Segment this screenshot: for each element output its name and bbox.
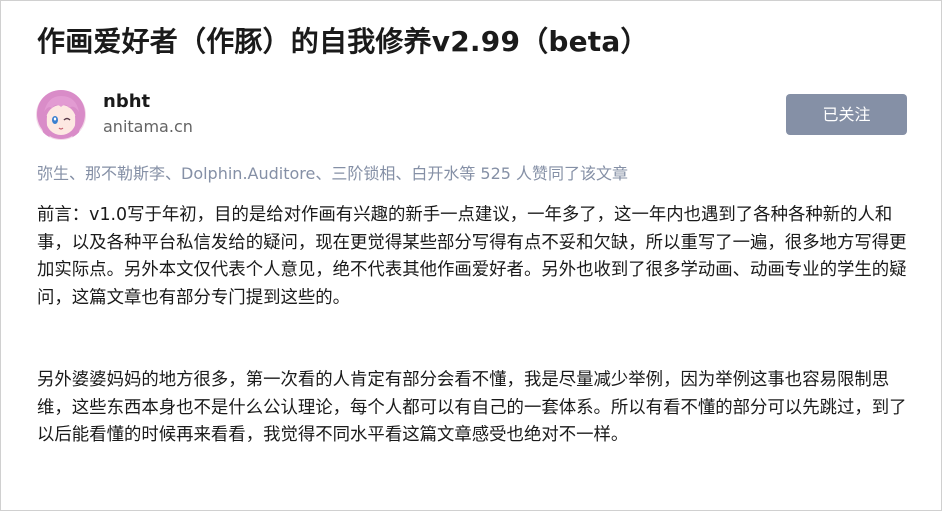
article-paragraph: 前言：v1.0写于年初，目的是给对作画有兴趣的新手一点建议，一年多了，这一年内也…	[37, 205, 907, 308]
likes-summary[interactable]: 弥生、那不勒斯李、Dolphin.Auditore、三阶锁相、白开水等 525 …	[37, 162, 628, 186]
follow-button[interactable]: 已关注	[786, 94, 907, 135]
article-paragraph: 另外婆婆妈妈的地方很多，第一次看的人肯定有部分会看不懂，我是尽量减少举例，因为举…	[37, 370, 907, 445]
article-title: 作画爱好者（作豚）的自我修养v2.99（beta）	[37, 25, 649, 58]
author-name[interactable]: nbht	[103, 90, 150, 114]
author-site: anitama.cn	[103, 117, 193, 136]
author-avatar[interactable]	[36, 90, 86, 140]
anime-girl-avatar-icon	[36, 90, 86, 140]
